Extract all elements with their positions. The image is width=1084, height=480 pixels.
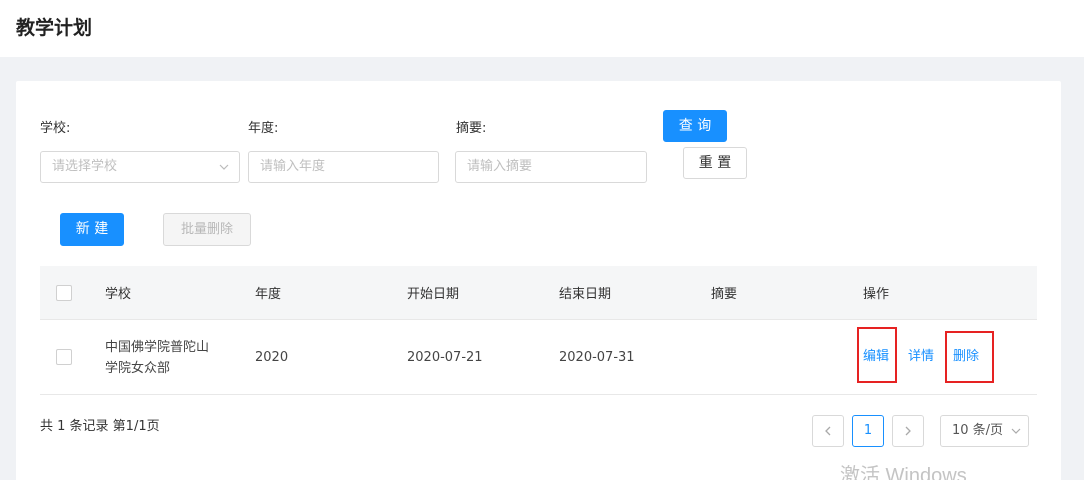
- column-header-end-date: 结束日期: [559, 287, 612, 302]
- row-school: 中国佛学院普陀山 学院女众部: [105, 337, 209, 379]
- school-select-placeholder: 请选择学校: [52, 159, 118, 174]
- row-start-date: 2020-07-21: [407, 350, 483, 365]
- row-checkbox[interactable]: [56, 349, 72, 365]
- detail-link[interactable]: 详情: [908, 347, 934, 367]
- column-header-school: 学校: [105, 287, 132, 302]
- page-title: 教学计划: [16, 17, 93, 39]
- chevron-down-icon: [219, 164, 229, 170]
- row-school-line1: 中国佛学院普陀山: [105, 340, 210, 355]
- prev-page-button[interactable]: [812, 415, 844, 447]
- column-header-actions: 操作: [863, 287, 890, 302]
- summary-input[interactable]: 请输入摘要: [455, 151, 647, 183]
- column-header-start-date: 开始日期: [407, 287, 460, 302]
- delete-link[interactable]: 删除: [953, 347, 979, 367]
- chevron-left-icon: [825, 426, 831, 436]
- batch-delete-button[interactable]: 批量删除: [163, 213, 251, 246]
- school-label: 学校:: [40, 121, 71, 136]
- row-school-line2: 学院女众部: [105, 361, 171, 376]
- next-page-button[interactable]: [892, 415, 924, 447]
- row-end-date: 2020-07-31: [559, 350, 635, 365]
- select-all-checkbox[interactable]: [56, 285, 72, 301]
- new-button[interactable]: 新 建: [60, 213, 124, 246]
- page-size-select[interactable]: 10 条/页: [940, 415, 1029, 447]
- year-input[interactable]: 请输入年度: [248, 151, 439, 183]
- row-year: 2020: [255, 350, 289, 365]
- windows-activation-watermark: 激活 Windows: [840, 465, 967, 480]
- pagination-summary: 共 1 条记录 第1/1页: [40, 419, 160, 434]
- page-header: 教学计划: [0, 0, 1084, 57]
- reset-button[interactable]: 重 置: [683, 147, 747, 179]
- chevron-down-icon: [1011, 428, 1021, 434]
- year-input-placeholder: 请输入年度: [260, 159, 326, 174]
- table-header: 学校 年度 开始日期 结束日期 摘要 操作: [40, 266, 1037, 320]
- year-label: 年度:: [248, 121, 279, 136]
- summary-input-placeholder: 请输入摘要: [467, 159, 533, 174]
- column-header-year: 年度: [255, 287, 282, 302]
- content-card: 学校: 请选择学校 年度: 请输入年度 摘要: 请输入摘要 查 询 重 置 新 …: [16, 81, 1061, 480]
- summary-label: 摘要:: [456, 121, 487, 136]
- query-button[interactable]: 查 询: [663, 110, 727, 142]
- school-select[interactable]: 请选择学校: [40, 151, 240, 183]
- chevron-right-icon: [905, 426, 911, 436]
- edit-link[interactable]: 编辑: [863, 347, 889, 367]
- page-size-value: 10 条/页: [952, 423, 1004, 438]
- page-1-button[interactable]: 1: [852, 415, 884, 447]
- table-row: 中国佛学院普陀山 学院女众部 2020 2020-07-21 2020-07-3…: [40, 320, 1037, 395]
- column-header-summary: 摘要: [711, 287, 738, 302]
